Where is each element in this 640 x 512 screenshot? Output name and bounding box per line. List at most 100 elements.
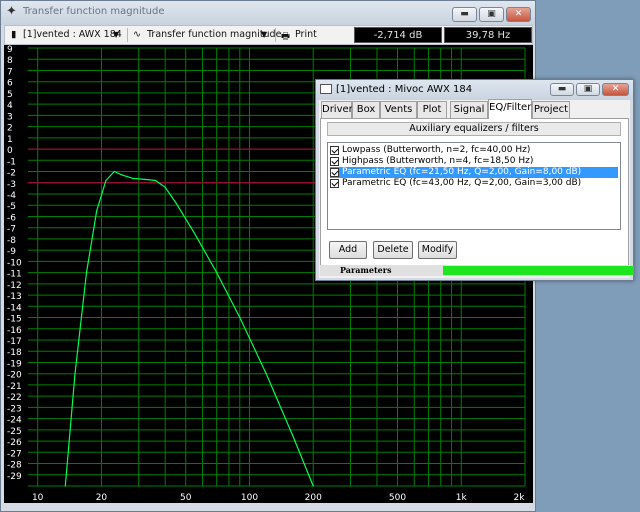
filter-label: Parametric EQ (fc=21,50 Hz, Q=2,00, Gain… — [342, 167, 582, 177]
y-tick-label: 2 — [7, 124, 13, 134]
tab-eq-filter[interactable]: EQ/Filter — [488, 99, 532, 119]
delete-button[interactable]: Delete — [373, 241, 413, 259]
data-point — [312, 485, 314, 487]
checkbox[interactable] — [330, 146, 339, 155]
y-tick-label: 3 — [7, 112, 13, 122]
y-tick-label: -10 — [7, 258, 22, 268]
y-tick-label: -26 — [7, 438, 22, 448]
list-item[interactable]: Parametric EQ (fc=43,00 Hz, Q=2,00, Gain… — [330, 178, 618, 189]
x-tick-label: 500 — [389, 493, 406, 503]
aux-equalizers-header: Auxiliary equalizers / filters — [327, 122, 621, 136]
y-tick-label: 0 — [7, 146, 13, 156]
data-point — [131, 177, 133, 179]
y-tick-label: -16 — [7, 326, 22, 336]
y-tick-label: 4 — [7, 101, 13, 111]
y-tick-label: -20 — [7, 371, 22, 381]
close-button[interactable]: ✕ — [506, 7, 531, 22]
data-point — [175, 202, 177, 204]
y-tick-label: -5 — [7, 202, 16, 212]
chevron-down-icon[interactable]: ▼ — [113, 30, 119, 39]
data-point — [164, 186, 166, 188]
minimize-button[interactable]: ▬ — [452, 7, 477, 22]
window-icon — [320, 84, 332, 94]
progress-bar — [443, 266, 634, 275]
tab-vents[interactable]: Vents — [380, 101, 417, 118]
y-tick-label: -21 — [7, 382, 22, 392]
y-tick-label: -14 — [7, 303, 22, 313]
tab-signal[interactable]: Signal — [450, 101, 488, 118]
y-tick-label: -24 — [7, 416, 22, 426]
data-point — [74, 373, 76, 375]
dialog-title: [1]vented : Mivoc AWX 184 — [336, 84, 473, 95]
filter-list[interactable]: Lowpass (Butterworth, n=2, fc=40,00 Hz) … — [327, 142, 621, 230]
y-tick-label: -29 — [7, 472, 22, 482]
y-tick-label: -8 — [7, 236, 16, 246]
list-item-selected[interactable]: Parametric EQ (fc=21,50 Hz, Q=2,00, Gain… — [330, 167, 618, 178]
list-item[interactable]: Highpass (Butterworth, n=4, fc=18,50 Hz) — [330, 156, 618, 167]
y-tick-label: -15 — [7, 315, 22, 325]
maximize-button[interactable]: ▣ — [479, 7, 504, 22]
y-tick-label: -13 — [7, 292, 22, 302]
modify-button[interactable]: Modify — [418, 241, 457, 259]
data-point — [64, 485, 66, 487]
chevron-down-icon[interactable]: ▼ — [261, 30, 267, 39]
checkbox[interactable] — [330, 157, 339, 166]
y-tick-label: -6 — [7, 213, 16, 223]
y-tick-label: -23 — [7, 404, 22, 414]
x-tick-label: 200 — [305, 493, 322, 503]
y-tick-label: -9 — [7, 247, 16, 257]
y-tick-label: -3 — [7, 180, 16, 190]
x-tick-label: 1k — [456, 493, 468, 503]
print-button[interactable]: Print — [295, 29, 317, 40]
tab-driver[interactable]: Driver — [321, 101, 353, 118]
checkbox[interactable] — [330, 168, 339, 177]
x-tick-label: 50 — [180, 493, 192, 503]
data-point — [121, 174, 123, 176]
checkbox[interactable] — [330, 179, 339, 188]
filter-label: Highpass (Butterworth, n=4, fc=18,50 Hz) — [342, 156, 534, 166]
data-point — [85, 272, 88, 274]
y-tick-label: -2 — [7, 169, 16, 179]
dialog-body: Driver Box Vents Plot Signal EQ/Filter P… — [319, 99, 634, 278]
y-tick-label: -19 — [7, 359, 22, 369]
data-point — [265, 373, 267, 375]
data-point — [216, 272, 218, 274]
y-tick-label: 9 — [7, 45, 13, 55]
printer-icon[interactable]: 🖶 — [281, 29, 290, 45]
y-tick-label: -12 — [7, 281, 22, 291]
window-title: Transfer function magnitude — [23, 6, 165, 17]
toolbar-separator — [127, 28, 128, 42]
dialog-minimize-button[interactable]: ▬ — [550, 83, 574, 96]
y-tick-label: -11 — [7, 270, 22, 280]
y-tick-label: -27 — [7, 449, 22, 459]
tab-box[interactable]: Box — [352, 101, 380, 118]
data-point — [239, 316, 241, 319]
list-item[interactable]: Lowpass (Butterworth, n=2, fc=40,00 Hz) — [330, 145, 618, 156]
y-tick-label: -7 — [7, 225, 16, 235]
y-tick-label: -18 — [7, 348, 22, 358]
y-tick-label: 8 — [7, 56, 13, 66]
y-tick-label: -17 — [7, 337, 22, 347]
tab-project[interactable]: Project — [532, 101, 570, 118]
filter-label: Parametric EQ (fc=43,00 Hz, Q=2,00, Gain… — [342, 178, 582, 188]
readout-db: -2,714 dB — [354, 27, 442, 43]
status-label: Parameters — [340, 265, 392, 275]
x-tick-label: 10 — [32, 493, 44, 503]
data-point — [193, 232, 196, 234]
y-tick-label: -28 — [7, 461, 22, 471]
dialog-titlebar[interactable]: [1]vented : Mivoc AWX 184 ▬ ▣ ✕ — [316, 80, 633, 100]
main-titlebar[interactable]: ✦ Transfer function magnitude ▬ ▣ ✕ — [1, 1, 535, 25]
document-select[interactable]: [1]vented : AWX 184 — [23, 29, 122, 40]
y-tick-label: 1 — [7, 135, 13, 145]
dialog-close-button[interactable]: ✕ — [602, 83, 629, 96]
eq-filter-panel: Auxiliary equalizers / filters Lowpass (… — [320, 118, 629, 276]
filter-label: Lowpass (Butterworth, n=2, fc=40,00 Hz) — [342, 145, 531, 155]
tab-plot[interactable]: Plot — [417, 101, 447, 118]
data-point — [144, 178, 146, 180]
y-tick-label: 6 — [7, 79, 13, 89]
add-button[interactable]: Add — [329, 241, 367, 259]
dialog-maximize-button[interactable]: ▣ — [576, 83, 600, 96]
x-tick-label: 20 — [96, 493, 108, 503]
data-point — [113, 170, 115, 173]
data-point — [292, 434, 294, 437]
